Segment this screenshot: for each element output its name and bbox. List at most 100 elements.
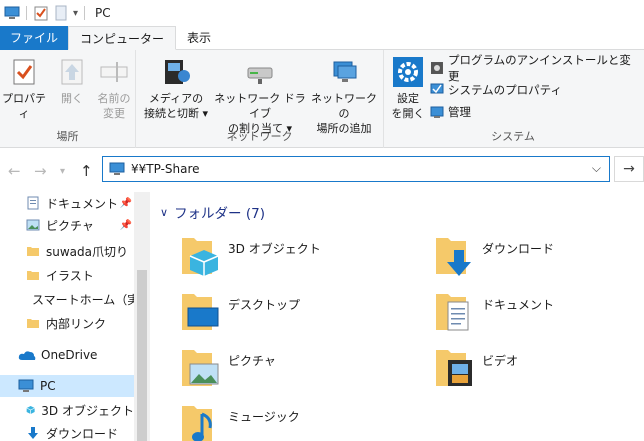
nav-label: ピクチャ — [46, 218, 94, 233]
open-button[interactable]: 開く — [50, 56, 94, 106]
folder-icon — [27, 271, 39, 280]
customize-qa-icon[interactable]: ▾ — [73, 8, 78, 19]
nav-item-pc[interactable]: PC — [0, 375, 134, 397]
pc-icon — [109, 162, 125, 175]
folder-pictures[interactable]: ピクチャ — [180, 342, 420, 394]
3d-cube-icon — [26, 406, 35, 414]
rename-label-2: 変更 — [103, 107, 125, 120]
rename-icon — [100, 62, 128, 82]
folder-desktop[interactable]: デスクトップ — [180, 286, 420, 338]
ribbon: プロパティ 開く 名前の 変更 場所 メディアの 接続と切断 ▾ ネットワーク … — [0, 50, 644, 148]
folder-name: ビデオ — [482, 354, 519, 368]
system-properties-icon — [430, 83, 444, 94]
uninstall-icon — [430, 62, 443, 74]
nav-label: ダウンロード — [46, 426, 119, 441]
forward-arrow-icon[interactable]: → — [34, 162, 47, 180]
map-drive-label-1: ネットワーク ドライブ — [214, 92, 306, 120]
group-system: 設定 を開く プログラムのアンインストールと変更 システムのプロパティ 管理 シ… — [384, 50, 642, 148]
system-properties-button[interactable]: システムのプロパティ — [430, 80, 562, 100]
media-label-1: メディアの — [148, 92, 204, 105]
recent-locations-icon[interactable]: ▾ — [60, 166, 65, 177]
nav-item-documents[interactable]: ドキュメント 📌 — [0, 192, 134, 214]
properties-quick-icon[interactable] — [33, 5, 49, 21]
nav-label: イラスト — [46, 268, 94, 283]
go-button[interactable]: → — [614, 156, 644, 182]
address-input[interactable]: ¥¥TP-Share ⌵ — [102, 156, 610, 182]
map-drive-button[interactable]: ネットワーク ドライブ の割り当て ▾ — [214, 56, 306, 136]
nav-label: PC — [40, 379, 56, 393]
folder-name: ピクチャ — [228, 354, 276, 368]
settings-gear-icon — [393, 57, 423, 87]
up-arrow-icon[interactable]: ↑ — [80, 162, 93, 180]
group-location-label: 場所 — [56, 130, 79, 143]
pc-icon — [4, 6, 20, 19]
folder-name: ミュージック — [228, 410, 300, 424]
open-icon — [61, 59, 83, 85]
address-bar-area: ← → ▾ ↑ ¥¥TP-Share ⌵ → — [0, 148, 644, 192]
tab-computer[interactable]: コンピューター — [68, 26, 177, 50]
nav-item-folder[interactable]: スマートホーム（実 — [0, 288, 134, 310]
downloads-folder-icon — [436, 238, 471, 276]
pictures-folder-icon — [182, 350, 219, 386]
music-folder-icon — [182, 406, 212, 441]
back-arrow-icon[interactable]: ← — [8, 162, 21, 180]
window-title: PC — [95, 6, 111, 20]
open-settings-button[interactable]: 設定 を開く — [388, 56, 428, 121]
folder-3d-objects[interactable]: 3D オブジェクト — [180, 230, 420, 282]
folder-name: ドキュメント — [482, 298, 555, 312]
tab-view[interactable]: 表示 — [176, 26, 222, 50]
nav-item-pictures[interactable]: ピクチャ 📌 — [0, 214, 134, 236]
folder-icon — [27, 319, 39, 328]
group-location: プロパティ 開く 名前の 変更 場所 — [0, 50, 136, 148]
nav-item-downloads[interactable]: ダウンロード — [0, 422, 134, 441]
rename-button[interactable]: 名前の 変更 — [92, 56, 136, 121]
settings-label-1: 設定 — [397, 92, 419, 105]
nav-item-folder[interactable]: イラスト — [0, 264, 134, 286]
folder-name: デスクトップ — [228, 298, 301, 312]
folder-music[interactable]: ミュージック — [180, 398, 420, 441]
folder-videos[interactable]: ビデオ — [434, 342, 644, 394]
nav-item-3d-objects[interactable]: 3D オブジェクト — [0, 399, 134, 421]
nav-label: 3D オブジェクト — [41, 403, 134, 418]
folders-section-header[interactable]: ∨ フォルダー (7) — [160, 202, 265, 223]
chevron-down-icon[interactable]: ⌵ — [592, 161, 601, 176]
nav-label: OneDrive — [41, 348, 98, 362]
pin-icon[interactable]: 📌 — [120, 220, 132, 231]
media-connect-button[interactable]: メディアの 接続と切断 ▾ — [140, 56, 212, 121]
media-label-2: 接続と切断 ▾ — [143, 107, 209, 120]
system-properties-label: システムのプロパティ — [448, 83, 562, 97]
folder-name: ダウンロード — [482, 242, 555, 256]
nav-label: 内部リンク — [46, 316, 107, 331]
network-location-icon — [333, 61, 357, 82]
open-label: 開く — [61, 92, 83, 105]
folder-downloads[interactable]: ダウンロード — [434, 230, 644, 282]
settings-label-2: を開く — [391, 107, 425, 120]
ribbon-tabs: ファイル コンピューター 表示 — [0, 26, 644, 50]
network-drive-icon — [247, 67, 273, 84]
folder-documents[interactable]: ドキュメント — [434, 286, 644, 338]
chevron-down-icon: ∨ — [160, 205, 169, 219]
nav-item-folder[interactable]: suwada爪切り — [0, 240, 134, 262]
new-folder-quick-icon[interactable] — [53, 5, 69, 21]
folder-name: 3D オブジェクト — [228, 242, 321, 256]
go-arrow-icon: → — [623, 161, 635, 177]
section-title: フォルダー (7) — [174, 206, 265, 222]
separator — [26, 6, 27, 20]
desktop-folder-icon — [182, 294, 219, 330]
uninstall-programs-button[interactable]: プログラムのアンインストールと変更 — [430, 53, 642, 83]
nav-scrollbar-thumb[interactable] — [137, 270, 147, 441]
add-location-label-1: ネットワークの — [311, 92, 377, 120]
manage-button[interactable]: 管理 — [430, 102, 471, 122]
nav-item-onedrive[interactable]: OneDrive — [0, 344, 134, 366]
nav-label: ドキュメント — [46, 196, 119, 211]
properties-label: プロパティ — [2, 92, 46, 120]
separator — [84, 6, 86, 20]
tab-file[interactable]: ファイル — [0, 26, 69, 50]
pc-icon — [18, 379, 34, 392]
pin-icon[interactable]: 📌 — [120, 198, 132, 209]
properties-button[interactable]: プロパティ — [2, 56, 46, 121]
nav-item-folder[interactable]: 内部リンク — [0, 312, 134, 334]
add-network-location-button[interactable]: ネットワークの 場所の追加 — [308, 56, 380, 136]
documents-folder-icon — [436, 294, 469, 331]
manage-label: 管理 — [448, 105, 471, 119]
